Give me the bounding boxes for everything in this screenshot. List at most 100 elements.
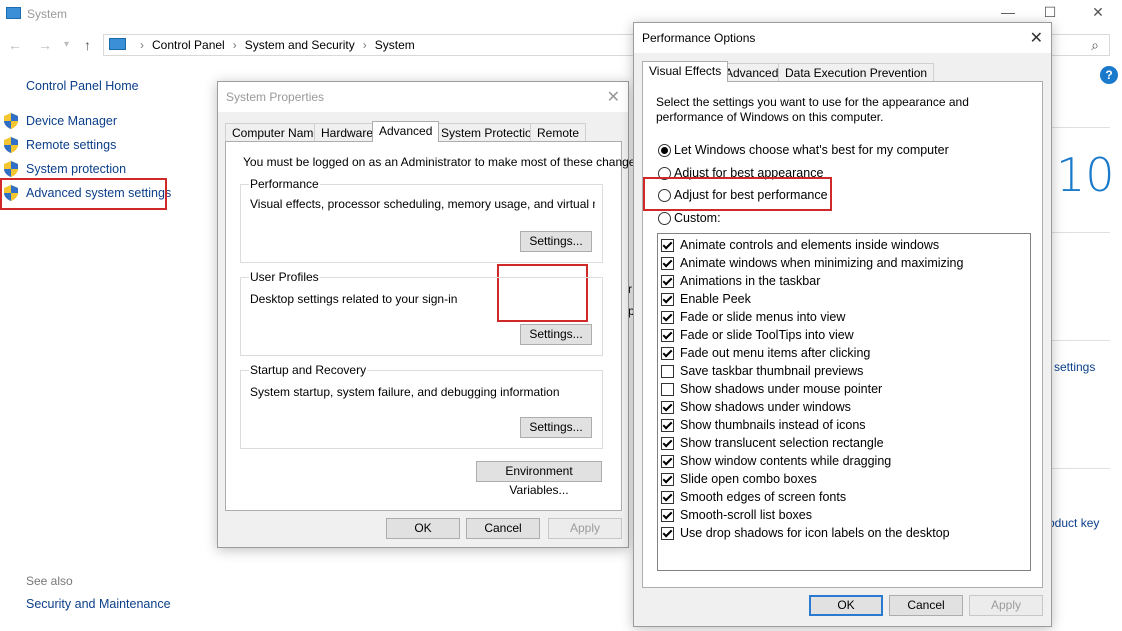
effect-checkbox-row[interactable]: Show thumbnails instead of icons	[661, 416, 1021, 434]
tab-system-protection[interactable]: System Protection	[434, 123, 546, 141]
checkmark-icon	[662, 329, 673, 340]
checkbox-unchecked-icon[interactable]	[661, 383, 674, 396]
startup-recovery-group-label: Startup and Recovery	[249, 363, 368, 377]
tab-data-execution-prevention[interactable]: Data Execution Prevention	[778, 63, 935, 81]
change-product-key-link[interactable]: oduct key	[1048, 516, 1099, 530]
admin-note: You must be logged on as an Administrato…	[243, 155, 645, 169]
effect-label: Animate controls and elements inside win…	[680, 238, 940, 252]
effect-checkbox-row[interactable]: Use drop shadows for icon labels on the …	[661, 524, 1021, 542]
checkbox-checked-icon[interactable]	[661, 509, 674, 522]
effect-checkbox-row[interactable]: Smooth edges of screen fonts	[661, 488, 1021, 506]
effect-checkbox-row[interactable]: Show translucent selection rectangle	[661, 434, 1021, 452]
checkbox-checked-icon[interactable]	[661, 419, 674, 432]
effect-checkbox-row[interactable]: Show window contents while dragging	[661, 452, 1021, 470]
effect-checkbox-row[interactable]: Show shadows under mouse pointer	[661, 380, 1021, 398]
minimize-icon[interactable]: —	[998, 4, 1018, 20]
environment-variables-button[interactable]: Environment Variables...	[476, 461, 602, 497]
system-protection-link[interactable]: System protection	[0, 158, 170, 180]
effect-label: Show window contents while dragging	[680, 454, 892, 468]
startup-recovery-desc: System startup, system failure, and debu…	[250, 385, 560, 399]
radio-custom[interactable]	[658, 212, 671, 225]
effect-label: Animations in the taskbar	[680, 274, 821, 288]
tab-remote[interactable]: Remote	[530, 123, 587, 141]
checkbox-checked-icon[interactable]	[661, 311, 674, 324]
effect-label: Smooth edges of screen fonts	[680, 490, 847, 504]
forward-arrow-icon[interactable]: →	[38, 37, 52, 53]
cancel-button[interactable]: Cancel	[889, 595, 963, 616]
checkbox-checked-icon[interactable]	[661, 437, 674, 450]
up-arrow-icon[interactable]: ↑	[84, 37, 91, 53]
ok-button[interactable]: OK	[809, 595, 883, 616]
effect-checkbox-row[interactable]: Show shadows under windows	[661, 398, 1021, 416]
checkbox-unchecked-icon[interactable]	[661, 365, 674, 378]
breadcrumb-control-panel[interactable]: Control Panel	[152, 38, 225, 52]
effect-checkbox-row[interactable]: Fade or slide menus into view	[661, 308, 1021, 326]
divider	[1050, 127, 1110, 128]
tab-computer-name[interactable]: Computer Name	[225, 123, 328, 141]
tab-hardware[interactable]: Hardware	[314, 123, 381, 141]
startup-recovery-settings-button[interactable]: Settings...	[520, 417, 592, 438]
checkbox-checked-icon[interactable]	[661, 293, 674, 306]
user-profiles-settings-button[interactable]: Settings...	[520, 324, 592, 345]
checkbox-checked-icon[interactable]	[661, 257, 674, 270]
checkbox-checked-icon[interactable]	[661, 329, 674, 342]
effect-checkbox-row[interactable]: Save taskbar thumbnail previews	[661, 362, 1021, 380]
effect-label: Fade or slide ToolTips into view	[680, 328, 854, 342]
breadcrumb-system-security[interactable]: System and Security	[245, 38, 355, 52]
effect-label: Fade or slide menus into view	[680, 310, 846, 324]
checkbox-checked-icon[interactable]	[661, 239, 674, 252]
startup-recovery-group: Startup and Recovery System startup, sys…	[240, 363, 603, 449]
control-panel-home-link[interactable]: Control Panel Home	[26, 79, 139, 93]
uac-shield-icon	[4, 161, 18, 177]
option-let-windows-choose-label[interactable]: Let Windows choose what's best for my co…	[674, 143, 949, 157]
checkmark-icon	[662, 257, 673, 268]
ok-button[interactable]: OK	[386, 518, 460, 539]
effect-checkbox-row[interactable]: Fade out menu items after clicking	[661, 344, 1021, 362]
remote-settings-link[interactable]: Remote settings	[0, 134, 170, 156]
back-arrow-icon[interactable]: ←	[8, 37, 22, 53]
help-icon[interactable]: ?	[1100, 66, 1118, 84]
effect-label: Show translucent selection rectangle	[680, 436, 884, 450]
tab-visual-effects[interactable]: Visual Effects	[642, 61, 729, 82]
recent-locations-icon[interactable]: ▾	[64, 39, 69, 50]
apply-button[interactable]: Apply	[548, 518, 622, 539]
checkbox-checked-icon[interactable]	[661, 347, 674, 360]
checkbox-checked-icon[interactable]	[661, 455, 674, 468]
security-maintenance-link[interactable]: Security and Maintenance	[26, 597, 171, 611]
system-icon	[6, 7, 21, 19]
effect-checkbox-row[interactable]: Animate windows when minimizing and maxi…	[661, 254, 1021, 272]
effect-checkbox-row[interactable]: Enable Peek	[661, 290, 1021, 308]
tab-advanced[interactable]: Advanced	[372, 121, 440, 142]
option-custom-label[interactable]: Custom:	[674, 211, 721, 225]
effect-checkbox-row[interactable]: Slide open combo boxes	[661, 470, 1021, 488]
checkbox-checked-icon[interactable]	[661, 473, 674, 486]
effect-checkbox-row[interactable]: Smooth-scroll list boxes	[661, 506, 1021, 524]
apply-button[interactable]: Apply	[969, 595, 1043, 616]
close-icon[interactable]: ✕	[607, 87, 620, 107]
remote-settings-label: Remote settings	[26, 138, 117, 152]
effect-checkbox-row[interactable]: Animate controls and elements inside win…	[661, 236, 1021, 254]
change-settings-link[interactable]: settings	[1054, 360, 1095, 374]
close-icon[interactable]: ✕	[1088, 4, 1108, 21]
maximize-icon[interactable]: ☐	[1040, 4, 1060, 21]
search-icon[interactable]: ⌕	[1091, 37, 1099, 54]
close-icon[interactable]: ✕	[1030, 28, 1043, 48]
system-properties-titlebar: System Properties ✕	[218, 82, 628, 112]
checkbox-checked-icon[interactable]	[661, 527, 674, 540]
device-manager-link[interactable]: Device Manager	[0, 110, 170, 132]
visual-effects-list[interactable]: Animate controls and elements inside win…	[657, 233, 1031, 571]
checkmark-icon	[662, 509, 673, 520]
window-title: System	[27, 7, 68, 21]
breadcrumb-system[interactable]: System	[375, 38, 415, 52]
breadcrumb-separator-icon: ›	[362, 38, 367, 52]
cancel-button[interactable]: Cancel	[466, 518, 540, 539]
performance-settings-button[interactable]: Settings...	[520, 231, 592, 252]
checkbox-checked-icon[interactable]	[661, 491, 674, 504]
effect-checkbox-row[interactable]: Animations in the taskbar	[661, 272, 1021, 290]
radio-let-windows-choose[interactable]	[658, 144, 671, 157]
checkbox-checked-icon[interactable]	[661, 401, 674, 414]
checkmark-icon	[662, 311, 673, 322]
checkbox-checked-icon[interactable]	[661, 275, 674, 288]
effect-checkbox-row[interactable]: Fade or slide ToolTips into view	[661, 326, 1021, 344]
breadcrumb-separator-icon: ›	[232, 38, 237, 52]
